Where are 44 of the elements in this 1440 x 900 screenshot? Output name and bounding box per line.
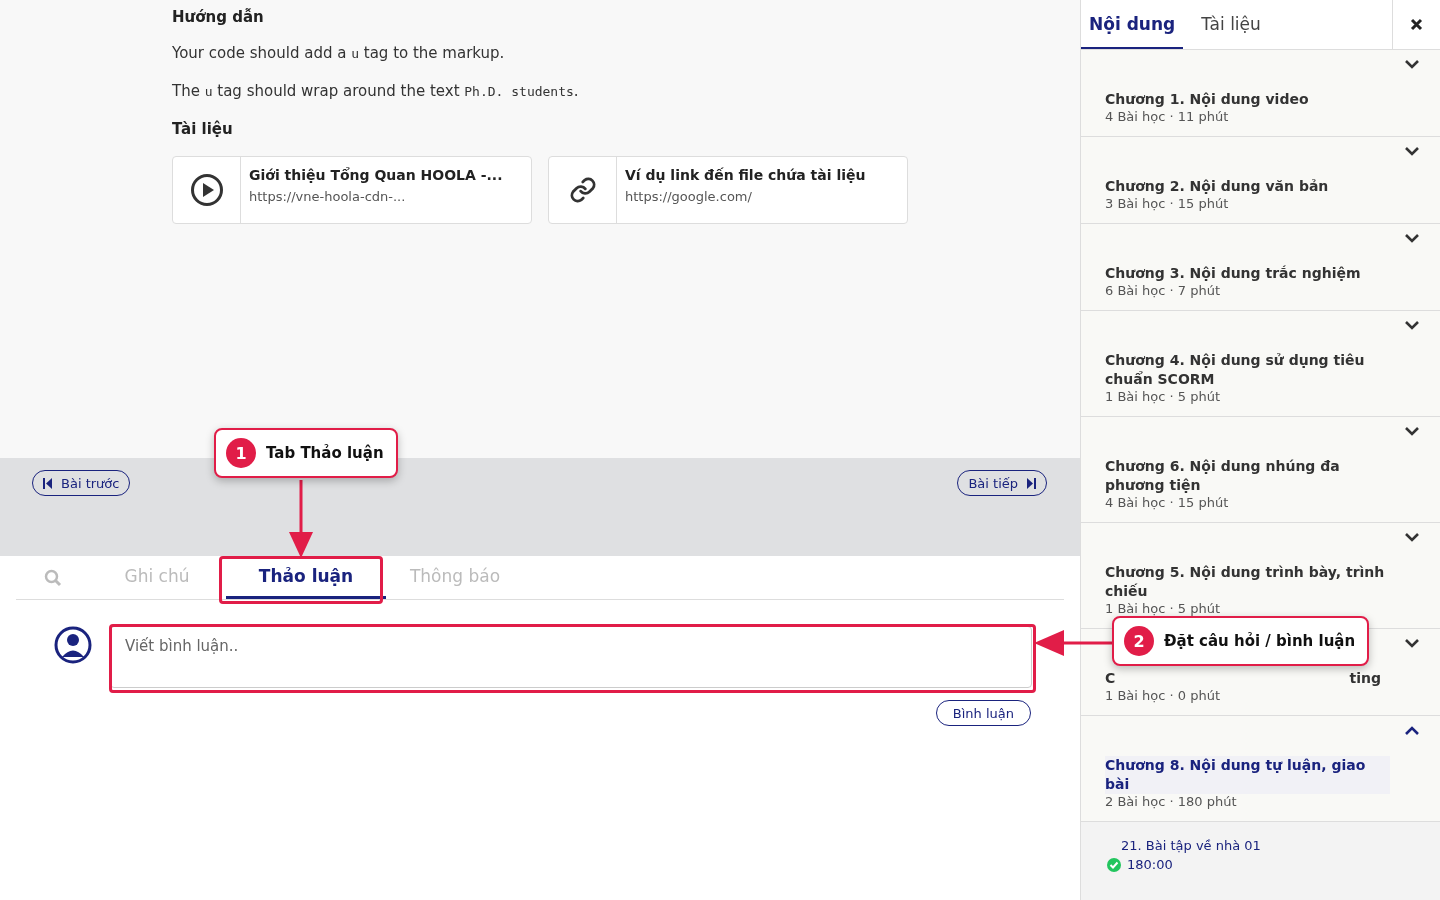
document-title: Giới thiệu Tổng Quan HOOLA -... (249, 167, 503, 183)
instruction-text: Your code should add a u tag to the markup. (172, 44, 506, 62)
chapter-meta: 4 Bài học · 15 phút (1105, 495, 1230, 510)
chapter-title: Chương 6. Nội dung nhúng đa phương tiện (1105, 457, 1341, 495)
step-number: 1 (226, 438, 256, 468)
chapter-meta: 6 Bài học · 7 phút (1105, 283, 1221, 298)
step-number: 2 (1124, 626, 1154, 656)
chapter-title: Chương 3. Nội dung trắc nghiệm (1105, 264, 1362, 283)
chapter-meta: 1 Bài học · 5 phút (1105, 389, 1221, 404)
chapter-title: Chương 1. Nội dung video (1105, 90, 1310, 109)
sidebar-tab[interactable]: Nội dung (1081, 0, 1184, 49)
chapter-item[interactable]: Chương 8. Nội dung tự luận, giao bài 2 Bài học · 180 phút (1081, 716, 1440, 822)
document-url: https://google.com/ (625, 189, 753, 204)
chapter-title: Chương 8. Nội dung tự luận, giao bài (1105, 756, 1390, 794)
lesson-title[interactable]: 21. Bài tập về nhà 01 (1121, 838, 1420, 853)
chapter-title: Chương 5. Nội dung trình bày, trình chiếu (1105, 563, 1386, 601)
callout-text: Đặt câu hỏi / bình luận (1164, 632, 1356, 650)
chapter-item[interactable]: Chương 2. Nội dung văn bản 3 Bài học · 15 phút (1081, 137, 1440, 224)
chapter-title: Chương 4. Nội dung sử dụng tiêu chuẩn SCORM (1105, 351, 1366, 389)
comment-field[interactable]: Viết bình luận.. (110, 626, 1032, 688)
chapter-item[interactable]: Chương 4. Nội dung sử dụng tiêu chuẩn SCORM 1 Bài học · 5 phút (1081, 311, 1440, 417)
sidebar-tab[interactable]: Tài liệu (1193, 0, 1269, 49)
callout-text: Tab Thảo luận (266, 444, 384, 462)
chapter-item[interactable]: Chương 6. Nội dung nhúng đa phương tiện 4 Bài học · 15 phút (1081, 417, 1440, 523)
chapter-meta: 1 Bài học · 5 phút (1105, 601, 1221, 616)
chapter-title-fragment: C (1105, 669, 1116, 688)
section-heading: Hướng dẫn (172, 8, 265, 26)
section-heading: Tài liệu (172, 120, 234, 138)
chapter-meta: 1 Bài học · 0 phút (1105, 688, 1221, 703)
instruction-text: The u tag should wrap around the text Ph.D. students. (172, 82, 580, 100)
chapter-meta: 3 Bài học · 15 phút (1105, 196, 1230, 211)
chapter-item[interactable]: Chương 3. Nội dung trắc nghiệm 6 Bài học · 7 phút (1081, 224, 1440, 311)
tab[interactable]: Thảo luận (226, 556, 386, 599)
document-card[interactable]: Giới thiệu Tổng Quan HOOLA -... https://vne-hoola-cdn-... (172, 156, 532, 224)
comment-submit-button[interactable]: Bình luận (935, 700, 1031, 726)
chapter-meta: 4 Bài học · 11 phút (1105, 109, 1230, 124)
document-card[interactable]: Ví dụ link đến file chứa tài liệu https://google.com/ (548, 156, 908, 224)
chapter-title-fragment: ting (1349, 669, 1381, 688)
chapter-item[interactable]: Chương 1. Nội dung video 4 Bài học · 11 phút (1081, 50, 1440, 137)
document-title: Ví dụ link đến file chứa tài liệu (625, 167, 866, 183)
document-url: https://vne-hoola-cdn-... (249, 189, 407, 204)
lesson-duration: 180:00 (1127, 857, 1173, 872)
chapter-title: Chương 2. Nội dung văn bản (1105, 177, 1330, 196)
chapter-meta: 2 Bài học · 180 phút (1105, 794, 1238, 809)
